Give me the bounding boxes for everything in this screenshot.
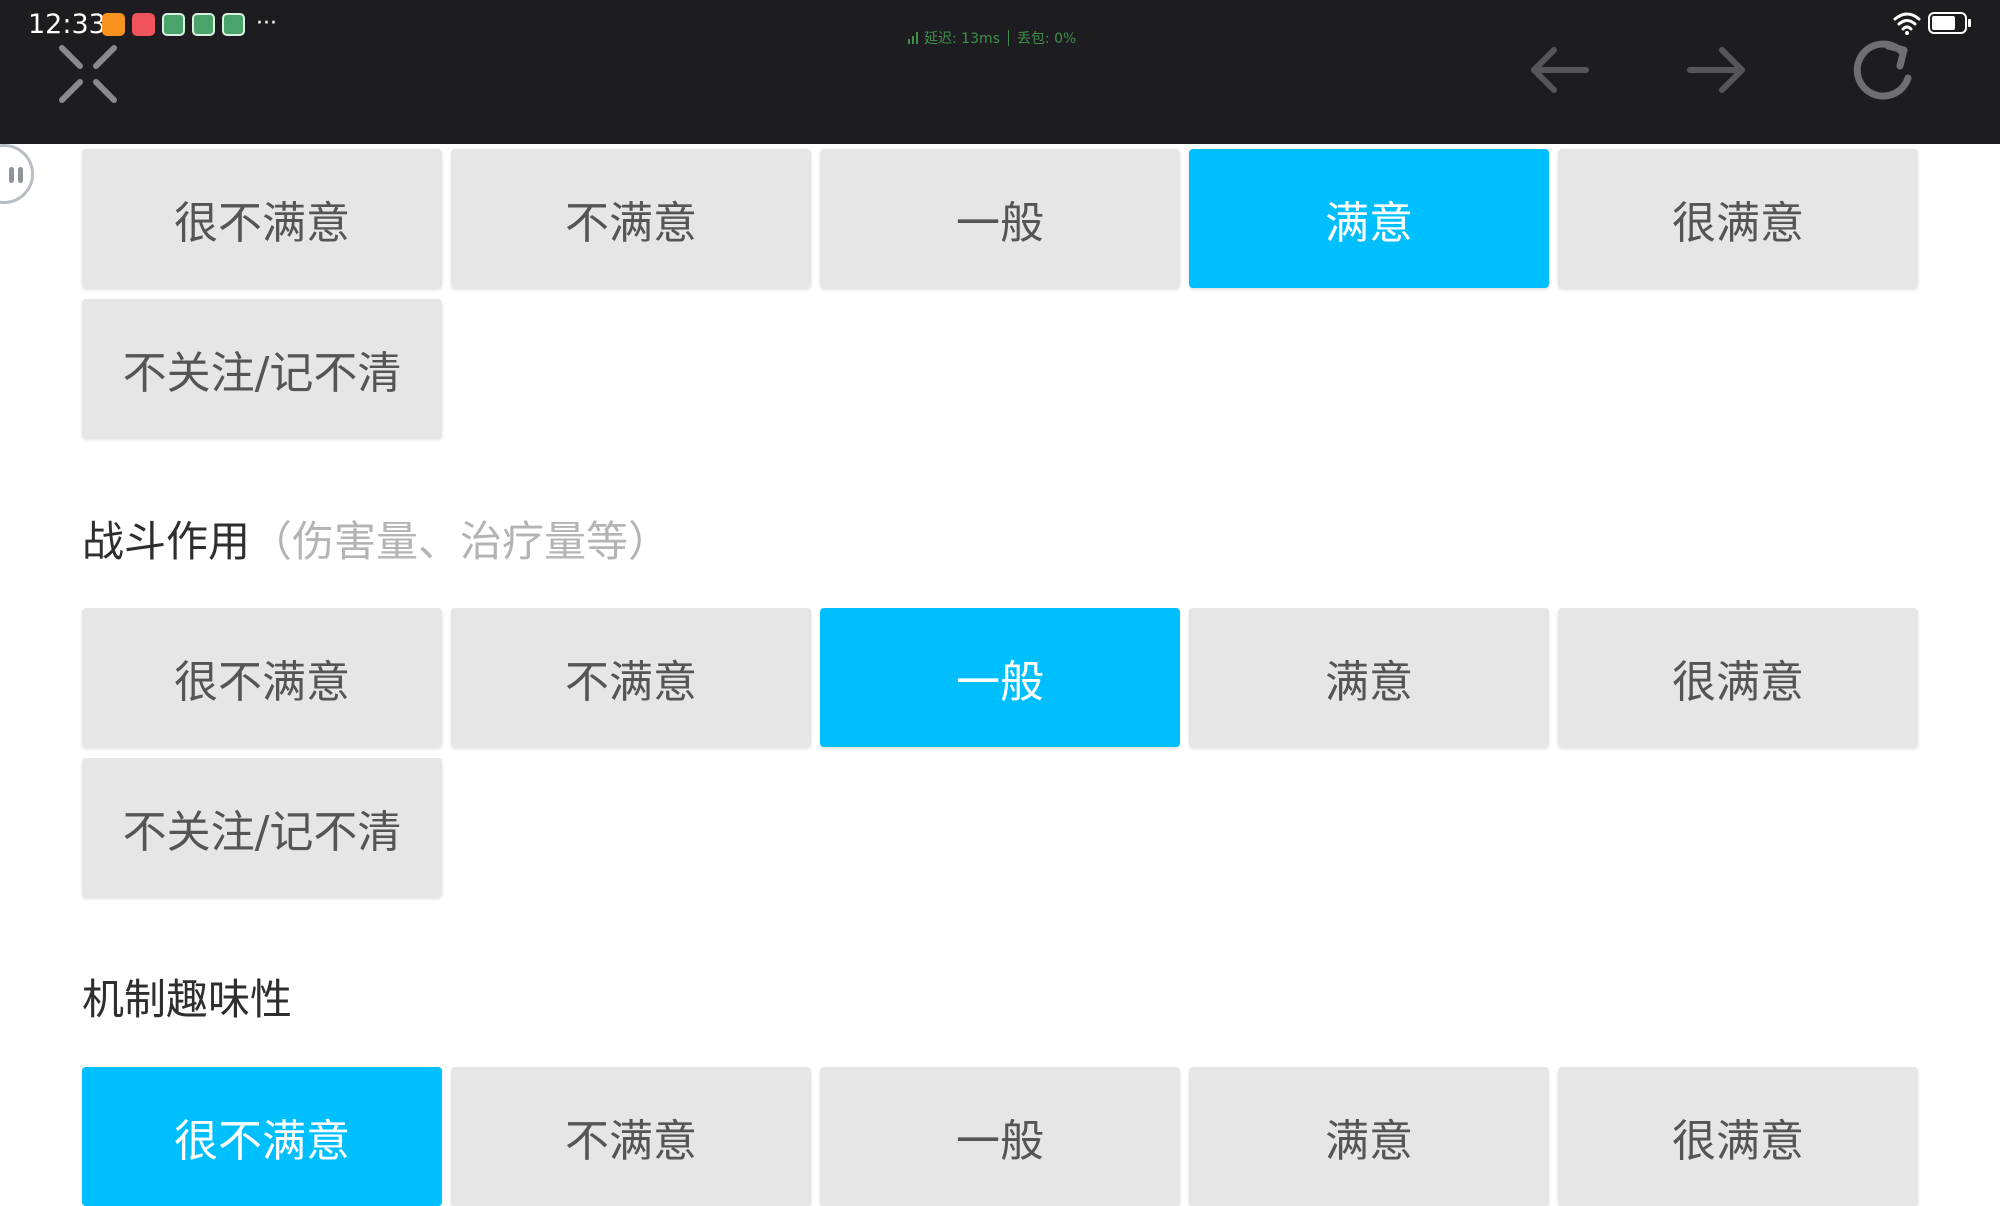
question-title-text: 机制趣味性 bbox=[82, 975, 293, 1024]
app-notification-icon bbox=[132, 12, 155, 36]
game-notification-icon bbox=[222, 12, 245, 36]
network-status: 延迟: 13ms 丢包: 0% bbox=[908, 28, 1076, 48]
top-bar: 12:33 ··· 延迟: 13ms 丢包: 0% bbox=[0, 0, 2000, 144]
option-not-care[interactable]: 不关注/记不清 bbox=[82, 299, 442, 438]
option-dissatisfied[interactable]: 不满意 bbox=[451, 1067, 811, 1206]
more-notifications-icon: ··· bbox=[256, 11, 277, 36]
battery-icon bbox=[1928, 12, 1971, 34]
question-hint-text: （伤害量、治疗量等） bbox=[250, 517, 671, 566]
option-not-care[interactable]: 不关注/记不清 bbox=[82, 758, 442, 897]
close-icon bbox=[59, 45, 117, 103]
game-notification-icon bbox=[192, 12, 215, 36]
arrow-left-icon bbox=[1531, 47, 1589, 93]
packet-loss-label: 丢包: 0% bbox=[1016, 31, 1077, 47]
close-button[interactable] bbox=[52, 38, 124, 110]
survey-content: 很不满意 不满意 一般 满意 很满意 不关注/记不清 战斗作用（伤害量、治疗量等… bbox=[0, 144, 2000, 1206]
app-notification-icon bbox=[102, 12, 125, 36]
question-title-text: 战斗作用 bbox=[82, 517, 251, 566]
option-neutral[interactable]: 一般 bbox=[820, 149, 1180, 288]
signal-icon bbox=[908, 32, 918, 44]
question-3-title: 机制趣味性 bbox=[82, 970, 292, 1030]
option-satisfied[interactable]: 满意 bbox=[1189, 608, 1549, 747]
refresh-icon bbox=[1853, 40, 1912, 100]
option-dissatisfied[interactable]: 不满意 bbox=[451, 149, 811, 288]
option-very-dissatisfied[interactable]: 很不满意 bbox=[82, 608, 442, 747]
option-very-dissatisfied[interactable]: 很不满意 bbox=[82, 1067, 442, 1206]
option-satisfied[interactable]: 满意 bbox=[1189, 1067, 1549, 1206]
back-button[interactable] bbox=[1518, 30, 1598, 110]
latency-label: 延迟: 13ms bbox=[924, 31, 1000, 47]
option-very-satisfied[interactable]: 很满意 bbox=[1558, 149, 1918, 288]
arrow-right-icon bbox=[1687, 47, 1745, 93]
option-neutral[interactable]: 一般 bbox=[820, 608, 1180, 747]
forward-button[interactable] bbox=[1678, 30, 1758, 110]
option-dissatisfied[interactable]: 不满意 bbox=[451, 608, 811, 747]
option-very-satisfied[interactable]: 很满意 bbox=[1558, 608, 1918, 747]
game-notification-icon bbox=[162, 12, 185, 36]
status-time: 12:33 bbox=[28, 9, 106, 40]
wifi-icon bbox=[1893, 12, 1921, 35]
option-very-dissatisfied[interactable]: 很不满意 bbox=[82, 149, 442, 288]
refresh-button[interactable] bbox=[1844, 30, 1924, 110]
option-neutral[interactable]: 一般 bbox=[820, 1067, 1180, 1206]
option-satisfied[interactable]: 满意 bbox=[1189, 149, 1549, 288]
option-very-satisfied[interactable]: 很满意 bbox=[1558, 1067, 1918, 1206]
notification-icons: ··· bbox=[102, 11, 277, 37]
question-2-title: 战斗作用（伤害量、治疗量等） bbox=[82, 512, 670, 572]
